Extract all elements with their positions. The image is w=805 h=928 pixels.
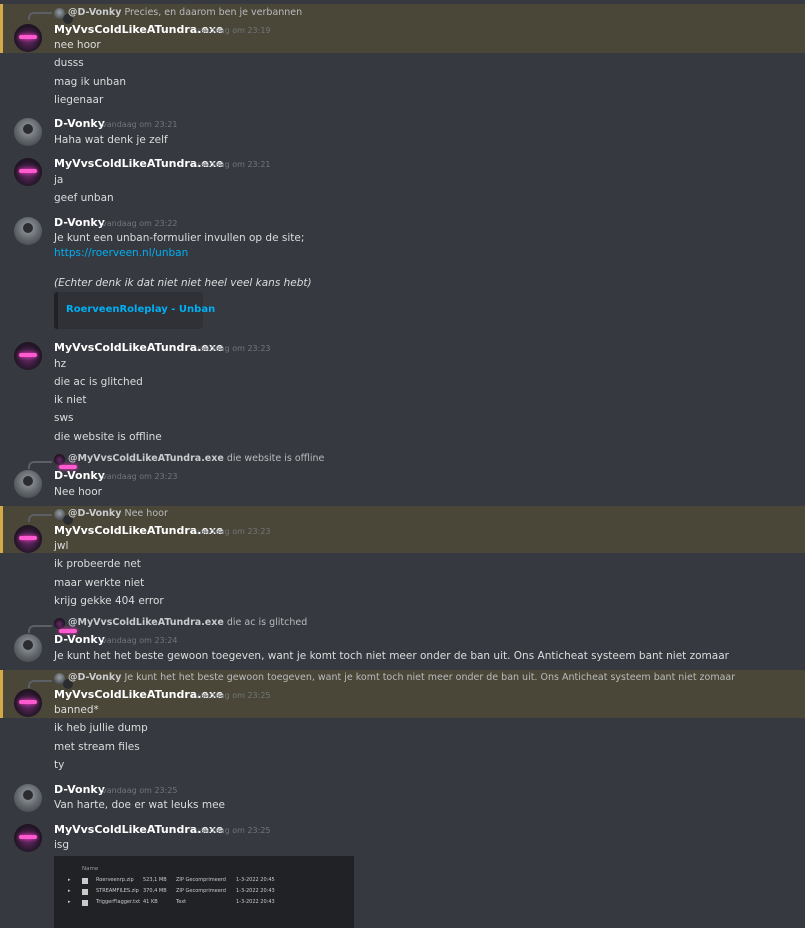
avatar[interactable] [14, 470, 42, 498]
message-text: Haha wat denk je zelf [54, 134, 168, 146]
file-icon [82, 878, 88, 884]
message-text: geef unban [54, 192, 114, 204]
timestamp: vandaag om 23:25 [195, 691, 271, 700]
message-text: die ac is glitched [54, 376, 143, 388]
timestamp: vandaag om 23:21 [102, 120, 178, 129]
file-date: 1-3-2022 20:45 [236, 877, 275, 883]
embed-title[interactable]: RoerveenRoleplay - Unban [66, 304, 215, 315]
message-text: isg [54, 839, 70, 851]
file-icon [82, 900, 88, 906]
image-attachment[interactable]: Name ▸ Roerveenrp.zip 523,1 MB ZIP Gecom… [54, 856, 354, 928]
message-text: hz [54, 358, 67, 370]
message-text: (Echter denk ik dat niet niet heel veel … [54, 277, 312, 289]
file-size: 41 KB [143, 899, 158, 905]
timestamp: vandaag om 23:23 [195, 344, 271, 353]
reply-connector [28, 625, 52, 633]
reply-preview[interactable]: @MyVvsColdLikeATundra.exe die ac is glit… [68, 617, 307, 628]
message-text: krijg gekke 404 error [54, 595, 164, 607]
reply-connector [28, 514, 52, 522]
timestamp: vandaag om 23:25 [102, 786, 178, 795]
author-name[interactable]: D-Vonky [54, 469, 105, 482]
reply-connector [28, 461, 52, 469]
file-name: Roerveenrp.zip [96, 877, 134, 883]
file-size: 370,4 MB [143, 888, 167, 894]
file-type: Text [176, 899, 187, 905]
avatar[interactable] [14, 342, 42, 370]
file-date: 1-3-2022 20:43 [236, 899, 275, 905]
message-text: banned* [54, 704, 99, 716]
file-list-header: Name [82, 866, 99, 872]
timestamp: vandaag om 23:19 [195, 26, 271, 35]
reply-connector [28, 12, 52, 20]
message-text: ik heb jullie dump [54, 722, 148, 734]
message-text: Nee hoor [54, 486, 102, 498]
reply-avatar[interactable] [54, 509, 73, 525]
avatar[interactable] [14, 634, 42, 662]
chat-log: @D-Vonky Precies, en daarom ben je verba… [0, 0, 805, 928]
avatar[interactable] [14, 784, 42, 812]
reply-preview[interactable]: @D-Vonky Je kunt het het beste gewoon to… [68, 672, 735, 683]
reply-avatar[interactable] [54, 618, 77, 633]
unban-link[interactable]: https://roerveen.nl/unban [54, 247, 188, 259]
message-text: Je kunt het het beste gewoon toegeven, w… [54, 650, 729, 662]
timestamp: vandaag om 23:23 [102, 472, 178, 481]
message-text: ik niet [54, 394, 87, 406]
message-text: die website is offline [54, 431, 162, 443]
avatar[interactable] [14, 824, 42, 852]
message-text: sws [54, 412, 74, 424]
file-date: 1-3-2022 20:43 [236, 888, 275, 894]
reply-avatar[interactable] [54, 454, 77, 469]
avatar[interactable] [14, 158, 42, 186]
message-text: Van harte, doe er wat leuks mee [54, 799, 225, 811]
file-name: STREAMFILES.zip [96, 888, 139, 894]
avatar[interactable] [14, 525, 42, 553]
message-text: ik probeerde net [54, 558, 141, 570]
link-embed: RoerveenRoleplay - Unban [54, 292, 215, 329]
message-text: nee hoor [54, 39, 101, 51]
message-text: ty [54, 759, 65, 771]
message-text: mag ik unban [54, 76, 127, 88]
avatar[interactable] [14, 217, 42, 245]
avatar[interactable] [14, 689, 42, 717]
file-type: ZIP Gecomprimeerd [176, 888, 226, 894]
author-name[interactable]: D-Vonky [54, 117, 105, 130]
timestamp: vandaag om 23:23 [195, 527, 271, 536]
reply-preview[interactable]: @D-Vonky Precies, en daarom ben je verba… [68, 7, 302, 18]
timestamp: vandaag om 23:22 [102, 219, 178, 228]
avatar[interactable] [14, 24, 42, 52]
file-icon [82, 889, 88, 895]
message-text: maar werkte niet [54, 577, 145, 589]
file-name: TriggerFlagger.txt [96, 899, 141, 905]
message-text: liegenaar [54, 94, 104, 106]
reply-preview[interactable]: @D-Vonky Nee hoor [68, 508, 168, 519]
author-name[interactable]: D-Vonky [54, 783, 105, 796]
avatar[interactable] [14, 118, 42, 146]
timestamp: vandaag om 23:21 [195, 160, 271, 169]
message-text: ja [54, 174, 64, 186]
message-text: Je kunt een unban-formulier invullen op … [54, 232, 305, 244]
file-type: ZIP Gecomprimeerd [176, 877, 226, 883]
author-name[interactable]: D-Vonky [54, 216, 105, 229]
reply-avatar[interactable] [54, 673, 73, 689]
reply-connector [28, 680, 52, 688]
timestamp: vandaag om 23:24 [102, 636, 178, 645]
message-text: dusss [54, 57, 84, 69]
author-name[interactable]: D-Vonky [54, 633, 105, 646]
timestamp: vandaag om 23:25 [195, 826, 271, 835]
file-size: 523,1 MB [143, 877, 167, 883]
reply-avatar[interactable] [54, 8, 73, 24]
reply-preview[interactable]: @MyVvsColdLikeATundra.exe die website is… [68, 453, 324, 464]
message-text: jwl [54, 540, 69, 552]
message-text: met stream files [54, 741, 140, 753]
